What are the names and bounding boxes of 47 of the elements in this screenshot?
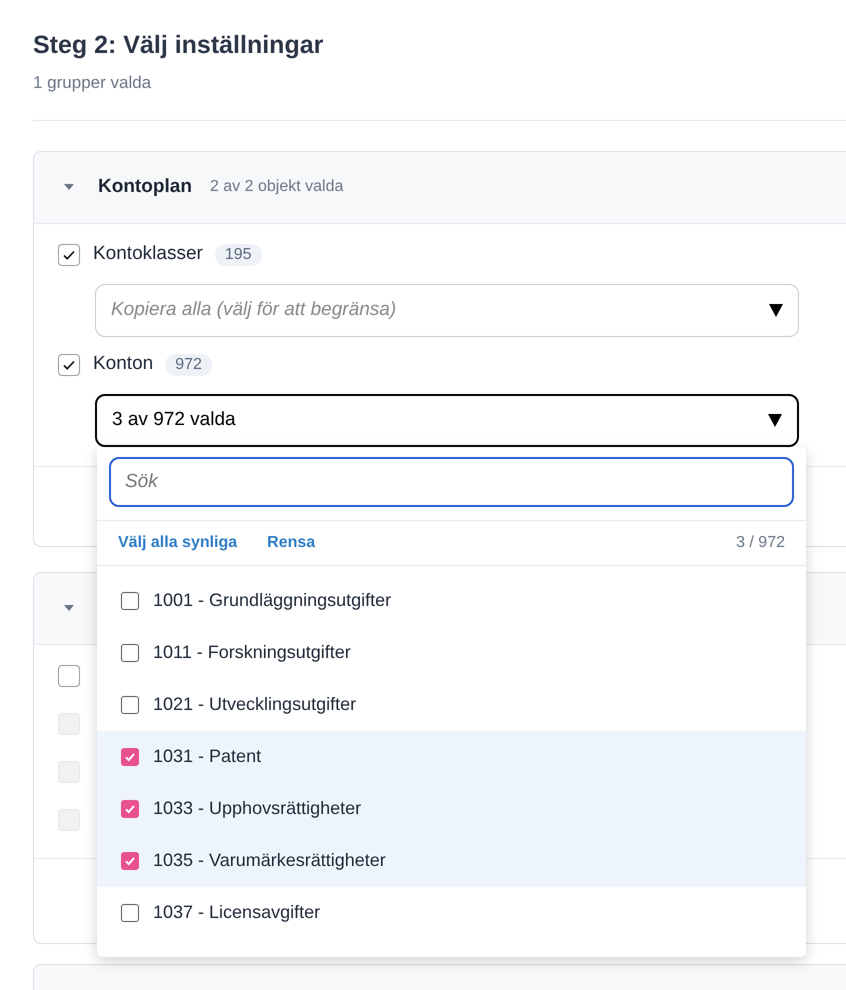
checkbox[interactable] [121, 644, 139, 662]
checkbox[interactable] [121, 800, 139, 818]
option-label: Kontoklasser [93, 242, 203, 266]
group-title: Kontoplan [98, 174, 192, 199]
option-row[interactable]: 1031 - Patent [97, 730, 806, 782]
option-row[interactable]: 1001 - Grundläggningsutgifter [97, 574, 806, 626]
action-link[interactable]: Välj alla synliga [118, 530, 238, 554]
checkbox[interactable] [58, 664, 80, 686]
checkbox[interactable] [121, 852, 139, 870]
page-title: Steg 2: Välj inställningar [33, 30, 324, 61]
dropdown-arrow-icon [769, 304, 783, 316]
option-row[interactable]: 1021 - Utvecklingsutgifter [97, 678, 806, 730]
checkbox[interactable] [58, 354, 80, 376]
option-row[interactable]: 1033 - Upphovsrättigheter [97, 782, 806, 834]
caret-icon[interactable] [63, 604, 75, 612]
checkbox[interactable] [121, 904, 139, 922]
checkbox[interactable] [121, 748, 139, 766]
checkmark-icon [124, 854, 136, 866]
action-link[interactable]: Rensa [267, 530, 316, 554]
option-label: 1001 - Grundläggningsutgifter [153, 589, 392, 612]
count-badge: 972 [165, 354, 212, 376]
option-row[interactable]: 1037 - Licensavgifter [97, 886, 806, 938]
caret-icon[interactable] [63, 183, 75, 191]
option-label: 1031 - Patent [153, 745, 262, 768]
dropdown-arrow-icon [768, 414, 782, 426]
count-badge: 195 [214, 244, 262, 266]
option-row[interactable]: 1011 - Forskningsutgifter [97, 626, 806, 678]
option-label: Konton [93, 352, 154, 376]
checkmark-icon [124, 802, 136, 814]
option-label: 1035 - Varumärkesrättigheter [153, 849, 386, 872]
option-label: 1033 - Upphovsrättigheter [153, 797, 362, 820]
option-row[interactable]: 1035 - Varumärkesrättigheter [97, 834, 806, 886]
option-label: 1037 - Licensavgifter [153, 901, 320, 924]
select-placeholder: Kopiera alla (välj för att begränsa) [111, 298, 396, 322]
page-subtitle: 1 grupper valda [33, 72, 152, 94]
selection-count: 3 / 972 [736, 532, 785, 552]
checkbox[interactable] [58, 244, 80, 266]
select-field[interactable]: 3 av 972 valda [95, 394, 799, 446]
checkmark-icon [124, 750, 136, 762]
checkbox[interactable] [121, 696, 139, 714]
option-label: 1021 - Utvecklingsutgifter [153, 693, 356, 716]
option-label: 1011 - Forskningsutgifter [153, 641, 351, 664]
select-value: 3 av 972 valda [112, 408, 236, 432]
group-summary: 2 av 2 objekt valda [210, 177, 344, 197]
checkbox[interactable] [121, 592, 139, 610]
group-header[interactable]: Kontoplan 2 av 2 objekt valda [34, 152, 846, 224]
search-field[interactable]: Sök [109, 456, 794, 506]
